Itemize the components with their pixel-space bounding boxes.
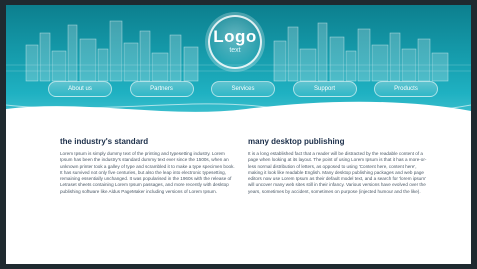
right-body-text: It is a long established fact that a rea… xyxy=(248,151,427,194)
logo-subtitle: text xyxy=(229,47,241,54)
page-frame: Logo text About us Partners Services Sup… xyxy=(6,5,471,264)
nav-item-partners[interactable]: Partners xyxy=(129,81,194,97)
nav-item-support[interactable]: Support xyxy=(292,81,357,97)
left-body-text: Lorem Ipsum is simply dummy text of the … xyxy=(60,151,235,194)
right-heading: many desktop publishing xyxy=(248,137,345,146)
left-column: the industry's standard Lorem Ipsum is s… xyxy=(60,137,235,195)
header-banner: Logo text About us Partners Services Sup… xyxy=(6,5,471,123)
nav-item-about-us[interactable]: About us xyxy=(48,81,112,97)
logo-title: Logo xyxy=(213,27,257,46)
logo-badge[interactable]: Logo text xyxy=(208,15,262,69)
nav-item-products[interactable]: Products xyxy=(374,81,438,97)
nav-item-services[interactable]: Services xyxy=(211,81,275,97)
right-column: many desktop publishing It is a long est… xyxy=(248,137,428,195)
left-heading: the industry's standard xyxy=(60,137,149,146)
header-wave-divider xyxy=(6,101,471,123)
main-navigation: About us Partners Services Support Produ… xyxy=(48,81,438,99)
